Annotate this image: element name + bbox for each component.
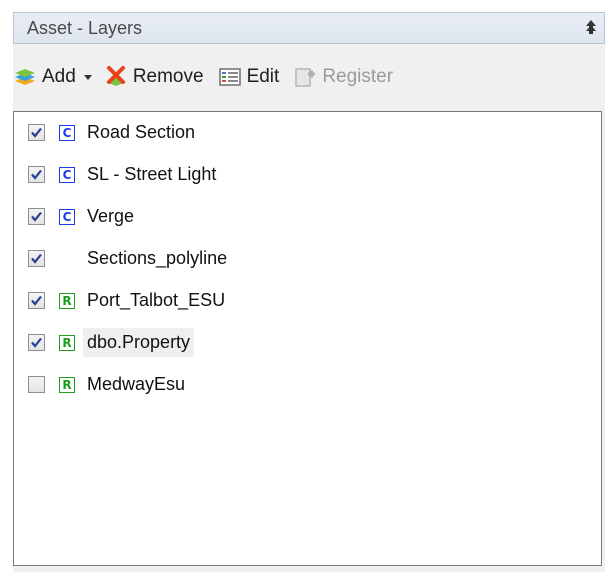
layer-checkbox[interactable] — [28, 376, 45, 393]
remove-button[interactable]: Remove — [104, 62, 204, 92]
layer-checkbox[interactable] — [28, 208, 45, 225]
pin-up-icon[interactable] — [582, 18, 600, 38]
layer-checkbox[interactable] — [28, 334, 45, 351]
class-badge-icon: C — [59, 208, 75, 225]
layer-row[interactable]: C SL - Street Light — [14, 158, 601, 191]
chevron-down-icon[interactable] — [82, 71, 94, 83]
layer-row[interactable]: R Port_Talbot_ESU — [14, 284, 601, 317]
class-badge-icon: C — [59, 124, 75, 141]
checkmark-icon — [31, 295, 42, 306]
layer-label[interactable]: dbo.Property — [83, 328, 195, 357]
raster-badge-icon: R — [59, 334, 75, 351]
add-layers-icon — [15, 69, 35, 85]
layer-label[interactable]: Verge — [83, 202, 138, 231]
raster-badge-icon: R — [59, 376, 75, 393]
layer-row[interactable]: Sections_polyline — [14, 242, 601, 275]
layer-checkbox[interactable] — [28, 166, 45, 183]
layer-list[interactable]: C Road Section C SL - Street Light C Ver… — [13, 111, 602, 566]
edit-table-icon — [218, 68, 241, 86]
layer-checkbox[interactable] — [28, 124, 45, 141]
asset-layers-panel: Asset - Layers Add Remove Edit Register … — [13, 12, 605, 572]
layer-row[interactable]: C Verge — [14, 200, 601, 233]
layer-row[interactable]: R dbo.Property — [14, 326, 601, 359]
edit-button[interactable]: Edit — [218, 62, 280, 92]
remove-label: Remove — [132, 66, 204, 87]
layer-row[interactable]: C Road Section — [14, 116, 601, 149]
class-badge-icon: C — [59, 166, 75, 183]
checkmark-icon — [31, 127, 42, 138]
raster-badge-icon: R — [59, 292, 75, 309]
add-button[interactable]: Add — [13, 62, 104, 92]
register-label: Register — [322, 66, 394, 87]
register-icon — [295, 68, 316, 87]
toolbar: Add Remove Edit Register — [13, 60, 605, 94]
layer-label[interactable]: Port_Talbot_ESU — [83, 286, 229, 315]
checkmark-icon — [31, 211, 42, 222]
layer-label[interactable]: SL - Street Light — [83, 160, 220, 189]
layer-row[interactable]: R MedwayEsu — [14, 368, 601, 401]
layer-checkbox[interactable] — [28, 250, 45, 267]
layer-checkbox[interactable] — [28, 292, 45, 309]
checkmark-icon — [31, 253, 42, 264]
remove-layer-icon — [105, 66, 126, 86]
layer-label[interactable]: Road Section — [83, 118, 199, 147]
layer-label[interactable]: Sections_polyline — [83, 244, 231, 273]
panel-title: Asset - Layers — [27, 17, 143, 38]
add-label: Add — [42, 66, 76, 87]
checkmark-icon — [31, 337, 42, 348]
checkmark-icon — [31, 169, 42, 180]
register-button[interactable]: Register — [293, 62, 393, 92]
edit-label: Edit — [246, 66, 280, 87]
panel-title-bar[interactable]: Asset - Layers — [13, 12, 605, 44]
layer-label[interactable]: MedwayEsu — [83, 370, 189, 399]
